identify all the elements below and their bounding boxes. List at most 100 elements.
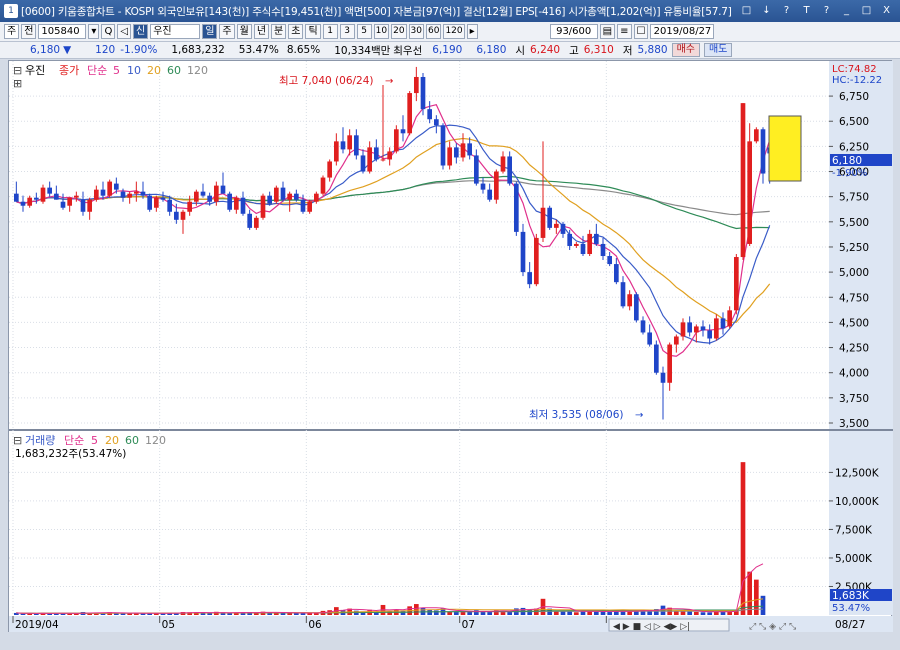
list-icon[interactable]: ≡ [617,24,632,39]
candle-body [54,193,59,200]
minute-120[interactable]: 120 [443,24,465,39]
date-input[interactable]: 2019/08/27 [650,24,715,39]
chart-area[interactable]: → → 6,750 6,500 6,250 6,000 5,750 5,500 5,250 5,… [8,60,893,633]
volume-bar [207,613,212,615]
candle-body [740,103,746,258]
market-select[interactable]: 전 [21,24,37,39]
volume-bar [120,613,126,615]
candle-body [600,243,606,257]
quote-turnover: 8.65% [286,44,321,56]
volume-bar [740,462,746,615]
candle-body [580,243,586,255]
window-font-icon[interactable]: T [799,3,814,18]
window-close-icon[interactable]: X [879,3,894,18]
period-week[interactable]: 주 [219,24,235,39]
period-month[interactable]: 월 [236,24,252,39]
candle-body [634,294,639,321]
x-tick-label: 07 [462,619,475,631]
save-icon[interactable]: ▤ [599,24,616,39]
candle-body [407,93,412,134]
stock-type-select[interactable]: 주 [4,24,20,39]
minute-20[interactable]: 20 [391,24,407,39]
window-minimize-icon[interactable]: _ [839,3,854,18]
window-help-icon[interactable]: ? [779,3,794,18]
volume-bar [700,612,706,615]
candle-body [754,129,759,142]
window-link-icon[interactable]: □ [739,3,754,18]
volume-bar [594,611,599,615]
period-day[interactable]: 일 [202,24,218,39]
volume-legend-ma-label: 단순 [64,434,84,447]
sell-button[interactable]: 매도 [703,43,733,57]
candle-body [94,189,99,200]
candle-body [480,183,486,190]
quote-low: 5,880 [637,44,668,56]
volume-bar [607,612,612,615]
legend-stock-name: 우진 [25,64,45,77]
volume-collapse-icon[interactable]: ⊟ [13,434,22,447]
name-badge: 신 [133,24,149,39]
candle-body [127,193,132,198]
candle-body [747,141,752,244]
candle-body [40,187,46,202]
window-maximize-icon[interactable]: □ [859,3,874,18]
zoom-controls-icon[interactable]: ⤢ ⤡ ◈ ⤢ ⤡ [748,622,796,632]
quote-priority-label: 최우선 [393,44,423,57]
candle-body [74,195,79,198]
candle-body [360,155,366,172]
playback-controls-icon[interactable]: ◀ ▶ ■ ◁ ▷ ◀▶ ▷| [613,622,690,632]
candle-body [100,189,106,196]
legend-ma120: 120 [187,64,208,77]
candle-body [540,207,546,238]
candle-body [147,195,152,210]
code-input[interactable]: 105840 [38,24,87,39]
candle-body [247,213,252,228]
candle-body [400,129,406,134]
low-arrow-icon: → [635,410,643,421]
price-tick-label: 6,500 [839,116,869,128]
period-tick[interactable]: 틱 [305,24,321,39]
candle-body [627,294,632,307]
minute-60[interactable]: 60 [426,24,442,39]
window-question-icon[interactable]: ? [819,3,834,18]
minute-5[interactable]: 5 [356,24,372,39]
candle-body [167,199,172,212]
minute-10[interactable]: 10 [373,24,390,39]
candlestick-chart[interactable]: →→ 6,7506,5006,2506,0005,7505,5005,2505,… [9,61,893,633]
price-tick-label: 6,250 [839,141,869,153]
minute-30[interactable]: 30 [408,24,424,39]
window-download-icon[interactable]: ↓ [759,3,774,18]
current-pct: -1.90% [832,168,867,179]
code-dropdown-icon[interactable]: ▾ [88,24,100,39]
x-tick-label: 05 [162,619,175,631]
volume-bar [694,611,699,615]
minute-1[interactable]: 1 [322,24,338,39]
price-tick-label: 6,750 [839,91,869,103]
volume-bar [434,610,439,615]
grid-icon[interactable]: ⊞ [13,77,22,90]
search-icon[interactable]: Q [101,24,116,39]
period-minute[interactable]: 분 [271,24,287,39]
candle-body [527,272,532,285]
buy-button[interactable]: 매수 [671,43,700,57]
page-count[interactable]: 93/600 [549,24,598,39]
checkbox-icon[interactable]: ☐ [633,24,649,39]
candle-body [254,217,259,228]
candle-body [440,125,446,166]
candle-body [460,143,466,158]
legend-ma-label: 단순 [87,64,107,77]
status-bar [0,632,900,650]
candle-body [574,243,579,246]
period-second[interactable]: 초 [288,24,304,39]
quote-vol-ratio: 53.47% [238,44,279,56]
more-icon[interactable]: ▸ [466,24,478,39]
speaker-icon[interactable]: ◁ [117,24,132,39]
candle-body [714,318,719,339]
period-year[interactable]: 년 [253,24,270,39]
window-controls: □ ↓ ? T ? _ □ X [739,3,894,18]
candle-body [427,109,432,120]
panel-collapse-icon[interactable]: ⊟ [13,64,22,77]
forecast-box[interactable] [768,115,802,182]
candle-body [287,193,292,200]
minute-3[interactable]: 3 [339,24,355,39]
